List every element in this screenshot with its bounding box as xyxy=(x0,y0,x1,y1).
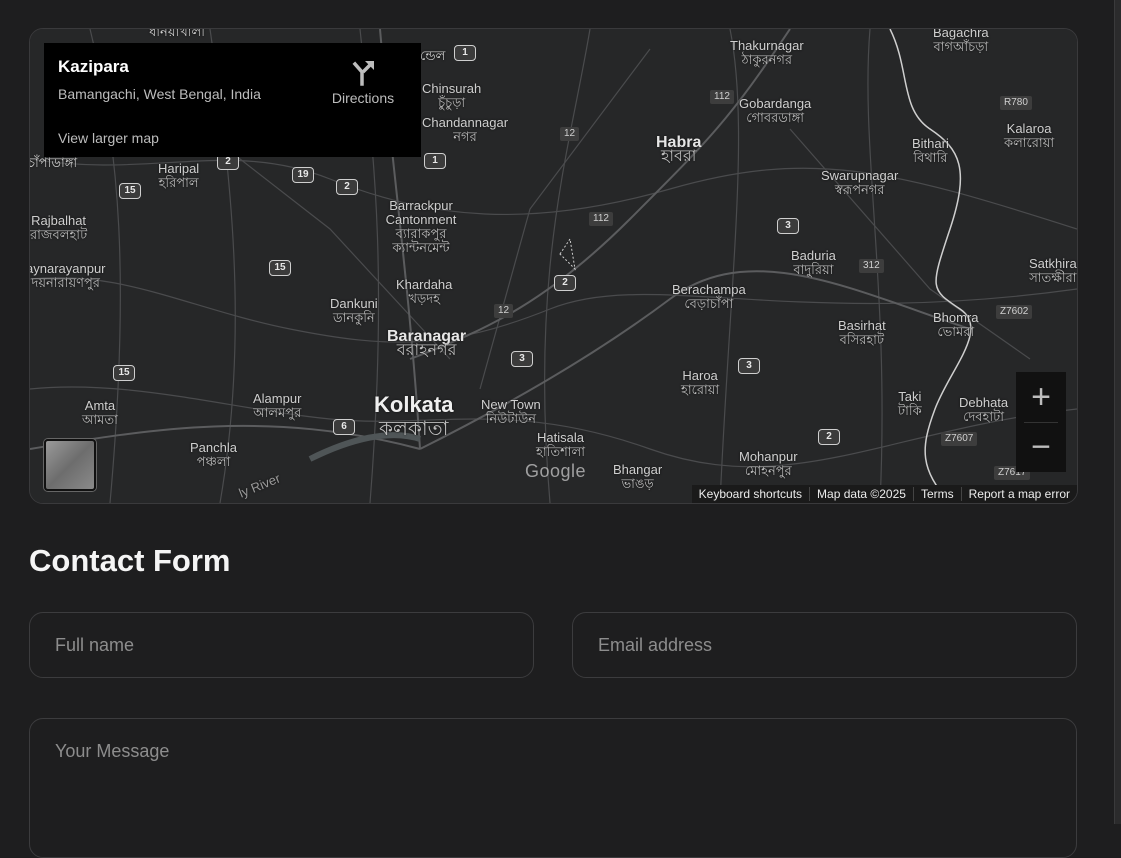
zoom-divider xyxy=(1024,422,1058,423)
message-textarea[interactable] xyxy=(29,718,1077,858)
road-shield: 15 xyxy=(269,260,291,276)
road-number: 112 xyxy=(710,90,734,104)
place-address: Bamangachi, West Bengal, India xyxy=(58,86,261,102)
embedded-map[interactable]: ধানয়াখালী Thakurnagar ঠাকুরনগর Bagachra ব… xyxy=(29,28,1078,504)
place-label: Debhata দেবহাটা xyxy=(959,395,1009,424)
directions-icon xyxy=(352,61,374,86)
place-label: Baranagar বরাহনগর xyxy=(387,328,467,359)
place-label: Haripal হরিপাল xyxy=(158,161,200,190)
contact-form-title: Contact Form xyxy=(29,543,231,578)
road-number: 12 xyxy=(494,304,514,318)
place-label: Alampur আলমপুর xyxy=(253,391,302,420)
road-number: 312 xyxy=(859,259,884,273)
place-label: New Town নিউটাউন xyxy=(481,397,541,426)
zoom-in-button[interactable]: + xyxy=(1016,372,1066,422)
place-label: Bhomra ভোমরা xyxy=(933,310,979,339)
map-data-label: Map data ©2025 xyxy=(809,487,913,501)
directions-button[interactable]: Directions xyxy=(326,58,400,114)
place-label: Thakurnagar ঠাকুরনগর xyxy=(730,38,804,67)
place-label: Dankuni ডানকুনি xyxy=(330,296,378,325)
place-label: Bithari বিথারি xyxy=(912,136,949,165)
place-label: ধানয়াখালী xyxy=(149,28,205,39)
place-label: Rajbalhat রাজবলহাট xyxy=(30,213,88,242)
page-scrollbar[interactable] xyxy=(1114,0,1121,824)
satellite-toggle-thumbnail[interactable] xyxy=(44,439,96,491)
road-number: Z7602 xyxy=(996,305,1033,319)
road-shield: 1 xyxy=(424,153,446,169)
place-label: Hatisala হাতিশালা xyxy=(536,430,585,459)
place-label: Habra হাবরা xyxy=(656,134,702,165)
road-shield: 2 xyxy=(336,179,358,195)
place-label: aynarayanpur দয়নারায়ণপুর xyxy=(29,261,106,290)
road-shield: 3 xyxy=(738,358,760,374)
directions-label: Directions xyxy=(331,90,395,106)
road-shield: 15 xyxy=(119,183,141,199)
place-label: Berachampa বেড়াচাঁপা xyxy=(672,282,746,311)
zoom-out-button[interactable]: − xyxy=(1016,422,1066,472)
road-shield: 1 xyxy=(454,45,476,61)
place-label: Bhangar ভাঙড় xyxy=(613,462,663,491)
report-map-error-link[interactable]: Report a map error xyxy=(960,487,1077,501)
road-shield: 3 xyxy=(777,218,799,234)
road-number: R780 xyxy=(1000,96,1032,110)
road-shield: 3 xyxy=(511,351,533,367)
place-label: Satkhira সাতক্ষীরা xyxy=(1029,256,1077,285)
place-label: Panchla পঞ্চলা xyxy=(190,440,237,469)
view-larger-map-link[interactable]: View larger map xyxy=(58,130,159,146)
place-title: Kazipara xyxy=(58,57,129,76)
place-label: Khardaha খড়দহ xyxy=(396,277,453,306)
road-number: 12 xyxy=(560,127,580,141)
road-shield: 6 xyxy=(333,419,355,435)
place-label: Amta আমতা xyxy=(82,398,118,427)
zoom-controls: + − xyxy=(1016,372,1066,472)
place-label: Mohanpur মোহনপুর xyxy=(739,449,798,478)
place-label: Gobardanga গোবরডাঙ্গা xyxy=(739,96,812,125)
email-input[interactable] xyxy=(572,612,1077,678)
place-label: চাঁপাডাঙ্গা xyxy=(29,155,78,170)
place-label: Kalaroa কলারোয়া xyxy=(1004,121,1055,150)
keyboard-shortcuts-link[interactable]: Keyboard shortcuts xyxy=(692,487,809,501)
place-label: Basirhat বসিরহাট xyxy=(838,318,886,347)
road-shield: 2 xyxy=(554,275,576,291)
place-label: Taki টাকি xyxy=(898,389,922,418)
road-shield: 15 xyxy=(113,365,135,381)
road-shield: 2 xyxy=(818,429,840,445)
place-label: Chandannagar নগর xyxy=(422,115,509,144)
place-label: Baduria বাদুরিয়া xyxy=(791,248,836,277)
road-number: 112 xyxy=(589,212,613,226)
map-attribution-bar: Keyboard shortcuts Map data ©2025 Terms … xyxy=(691,485,1077,503)
full-name-input[interactable] xyxy=(29,612,534,678)
google-logo: Google xyxy=(525,461,587,481)
terms-link[interactable]: Terms xyxy=(912,487,961,501)
road-number: Z7607 xyxy=(941,432,978,446)
place-label: Chinsurah চুঁচুড়া xyxy=(422,81,482,110)
place-label: Kolkata কলকাতা xyxy=(374,392,454,441)
place-label: Haroa হারোয়া xyxy=(681,368,720,397)
place-label: Barrackpur Cantonment ব্যারাকপুর ক্যান্টন… xyxy=(385,198,457,255)
place-info-card: Kazipara Bamangachi, West Bengal, India … xyxy=(44,43,421,157)
place-label: Swarupnagar স্বরূপনগর xyxy=(821,168,899,197)
place-label: ন্ডেল xyxy=(420,48,446,63)
place-label: Bagachra বাগআঁচড়া xyxy=(933,28,989,54)
road-shield: 19 xyxy=(292,167,314,183)
